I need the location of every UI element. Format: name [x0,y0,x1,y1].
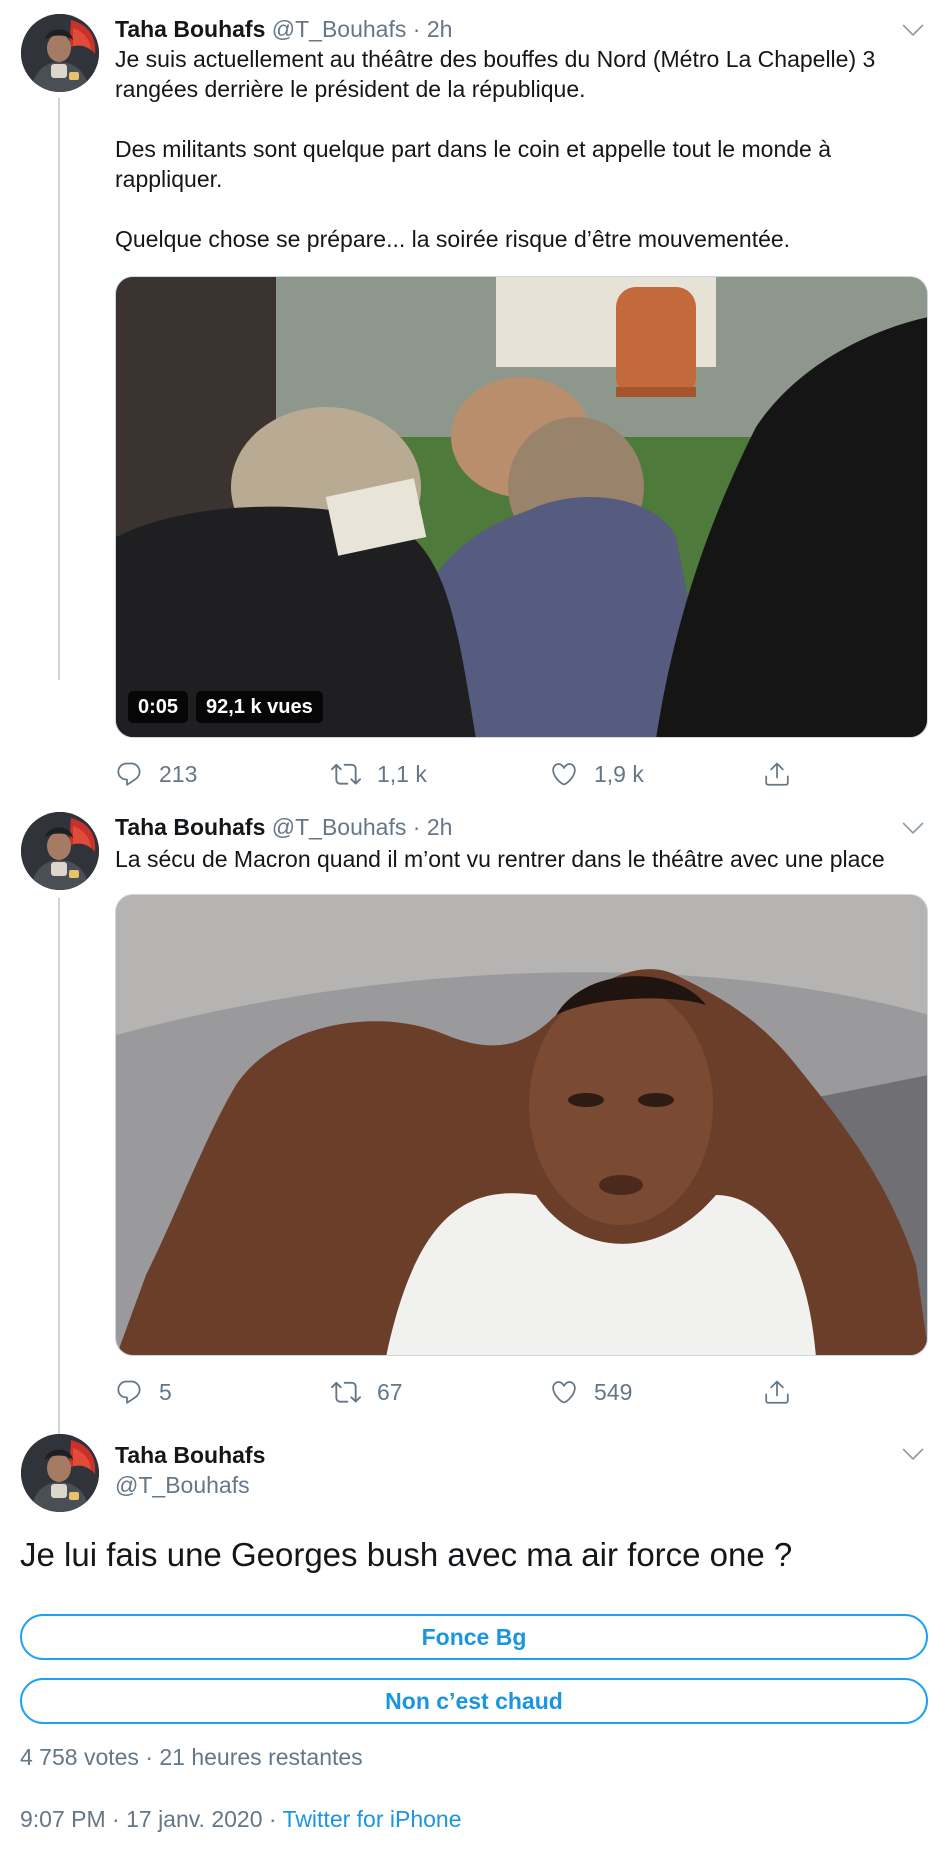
reply-button[interactable]: 213 [115,757,197,791]
video-duration: 0:05 [128,691,189,723]
like-button[interactable]: 549 [550,1375,632,1409]
tweet-timestamp[interactable]: 9:07 PM · 17 janv. 2020 [20,1806,263,1832]
poll-option-1[interactable]: Fonce Bg [20,1614,928,1660]
separator: · [145,1744,153,1770]
thread-connector-1 [58,98,60,680]
reply-icon [115,1378,143,1406]
heart-icon [550,760,578,788]
share-button[interactable] [763,1375,791,1409]
poll-option-label: Fonce Bg [421,1623,527,1650]
tweet-footer: 9:07 PM · 17 janv. 2020 · Twitter for iP… [20,1804,462,1834]
separator: · [412,16,421,42]
avatar[interactable] [21,14,99,92]
timestamp[interactable]: 2h [427,814,453,840]
retweet-icon [331,1377,361,1407]
poll-option-2[interactable]: Non c’est chaud [20,1678,928,1724]
author-handle[interactable]: @T_Bouhafs [272,814,407,840]
heart-icon [550,1378,578,1406]
main-tweet-text: Je lui fais une Georges bush avec ma air… [20,1536,793,1573]
tweet-header: Taha Bouhafs @T_Bouhafs · 2h [115,812,452,842]
gif-image [116,895,927,1355]
author-handle[interactable]: @T_Bouhafs [272,16,407,42]
reply-count: 5 [159,1378,172,1405]
avatar-image [21,14,99,92]
author-name[interactable]: Taha Bouhafs [115,814,265,840]
reply-count: 213 [159,760,198,787]
avatar[interactable] [21,812,99,890]
separator: · [412,814,421,840]
retweet-count: 67 [377,1378,403,1405]
chevron-down-icon[interactable] [900,16,926,42]
author-handle[interactable]: @T_Bouhafs [115,1470,250,1500]
tweet-paragraph: Des militants sont quelque part dans le … [115,136,831,192]
tweet-source-link[interactable]: Twitter for iPhone [283,1806,462,1832]
retweet-count: 1,1 k [377,760,427,787]
chevron-down-icon[interactable] [900,1440,926,1466]
action-bar: 213 1,1 k 1,9 k [115,757,815,791]
avatar-image [21,812,99,890]
video-views: 92,1 k vues [196,691,323,723]
tweet-paragraph: Je suis actuellement au théâtre des bouf… [115,46,876,102]
tweet-text: Je suis actuellement au théâtre des bouf… [115,44,925,254]
reply-button[interactable]: 5 [115,1375,172,1409]
avatar-image [21,1434,99,1512]
chevron-down-icon[interactable] [900,814,926,840]
author-name[interactable]: Taha Bouhafs [115,1440,265,1470]
poll-votes: 4 758 votes [20,1744,139,1770]
retweet-button[interactable]: 1,1 k [331,757,427,791]
poll-meta: 4 758 votes · 21 heures restantes [20,1742,363,1772]
retweet-button[interactable]: 67 [331,1375,403,1409]
poll-option-label: Non c’est chaud [385,1687,563,1714]
thread-connector-2 [58,898,60,1434]
like-count: 1,9 k [594,760,644,787]
like-button[interactable]: 1,9 k [550,757,644,791]
like-count: 549 [594,1378,633,1405]
share-button[interactable] [763,757,791,791]
tweet-header: Taha Bouhafs @T_Bouhafs · 2h [115,14,452,44]
tweet-image[interactable] [115,894,928,1356]
share-icon [763,1378,791,1406]
separator: · [268,1806,277,1832]
author-name[interactable]: Taha Bouhafs [115,16,265,42]
tweet-text: La sécu de Macron quand il m’ont vu rent… [115,844,925,874]
tweet-paragraph: La sécu de Macron quand il m’ont vu rent… [115,846,885,872]
retweet-icon [331,759,361,789]
share-icon [763,760,791,788]
timestamp[interactable]: 2h [427,16,453,42]
reply-icon [115,760,143,788]
video-thumbnail [116,277,927,737]
action-bar: 5 67 549 [115,1375,815,1409]
poll-remaining: 21 heures restantes [159,1744,363,1770]
video-player[interactable]: 0:05 92,1 k vues [115,276,928,738]
tweet-paragraph: Quelque chose se prépare... la soirée ri… [115,226,791,252]
avatar[interactable] [21,1434,99,1512]
